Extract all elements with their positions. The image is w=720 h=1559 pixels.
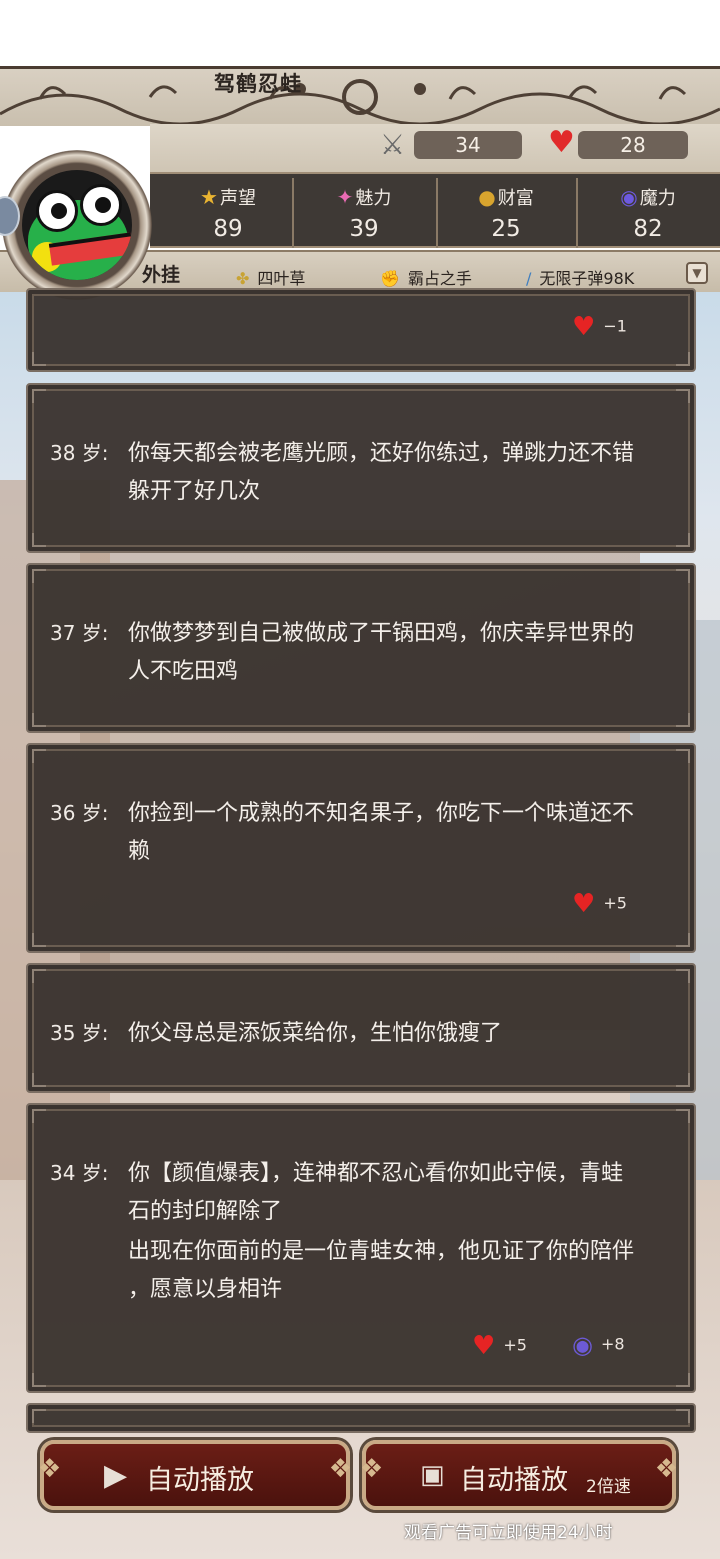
ornament-icon: ❖ [38,1454,62,1484]
stat-reputation: ★ 声望 89 [200,185,256,242]
autoplay-2x-button[interactable]: ❖ ▣ 自动播放 2倍速 ❖ [360,1440,678,1510]
external-label: 外挂 [142,264,181,286]
attack-value: 34 [414,131,522,159]
ad-note: 观看广告可立即使用24小时 [404,1523,613,1543]
log-text: ，愿意以身相许 [128,1277,283,1302]
ornament-icon: ❖ [654,1454,678,1484]
external-item-hand[interactable]: ✊ 霸占之手 [380,265,472,289]
vine-ornament [0,79,720,126]
log-entry: 38 岁: 你每天都会被老鹰光顾，还好你练过，弹跳力还不错 躲开了好几次 [26,383,696,553]
health-value: 28 [578,131,688,159]
log-text: 你父母总是添饭菜给你，生怕你饿瘦了 [128,1021,503,1046]
log-text: 你捡到一个成熟的不知名果子，你吃下一个味道还不 [128,801,635,826]
log-text: 你【颜值爆表】，连神都不忍心看你如此守候，青蛙 [128,1161,624,1186]
ornament-icon: ❖ [360,1454,384,1484]
stat-charm: ✦ 魅力 39 [336,185,392,242]
external-item-clover[interactable]: ✤ 四叶草 [236,265,305,289]
effect-magic: ◉ +8 [572,1331,625,1359]
log-text: 赖 [128,839,151,864]
sword-icon: ⚔ [380,128,406,161]
stat-wealth: ● 财富 25 [478,185,534,242]
log-age: 36 岁: [50,801,109,825]
log-entry: 37 岁: 你做梦梦到自己被做成了干锅田鸡，你庆幸异世界的 人不吃田鸡 [26,563,696,733]
log-text: 你做梦梦到自己被做成了干锅田鸡，你庆幸异世界的 [128,621,635,646]
log-age: 34 岁: [50,1161,109,1185]
autoplay-button[interactable]: ❖ ▶ 自动播放 ❖ [38,1440,352,1510]
log-entry: 35 岁: 你父母总是添饭菜给你，生怕你饿瘦了 [26,963,696,1093]
hand-icon: ✊ [380,269,400,288]
log-age: 38 岁: [50,441,109,465]
log-age: 37 岁: [50,621,109,645]
log-text: 躲开了好几次 [128,479,261,504]
crystal-ball-icon: ◉ [620,185,638,209]
play-icon: ▶ [104,1458,128,1493]
heart-icon: ♥ [472,1331,496,1361]
effect-heart: ♥ +5 [472,1331,527,1361]
effect-heart: ♥ −1 [572,312,627,342]
log-age: 35 岁: [50,1021,109,1045]
log-entry: 34 岁: 你【颜值爆表】，连神都不忍心看你如此守候，青蛙 石的封印解除了 出现… [26,1103,696,1393]
stat-magic: ◉ 魔力 82 [620,185,676,242]
heart-icon: ♥ [572,312,596,342]
gun-icon: / [526,269,532,288]
heart-icon: ♥ [572,889,596,919]
ornament-icon: ❖ [328,1454,352,1484]
heart-icon: ♥ [548,125,575,160]
effect-heart: ♥ +5 [572,889,627,919]
sparkle-icon: ✦ [336,185,354,209]
log-text: 人不吃田鸡 [128,659,239,684]
player-name: 驾鹤忍蛙 [214,72,302,96]
log-text: 石的封印解除了 [128,1199,283,1224]
log-entry [26,1403,696,1433]
log-text: 你每天都会被老鹰光顾，还好你练过，弹跳力还不错 [128,441,635,466]
log-entry: 36 岁: 你捡到一个成熟的不知名果子，你吃下一个味道还不 赖 ♥ +5 [26,743,696,953]
clover-icon: ✤ [236,269,250,288]
log-text: 出现在你面前的是一位青蛙女神，他见证了你的陪伴 [128,1239,635,1264]
avatar[interactable] [22,170,132,280]
log-entry: ♥ −1 [26,288,696,372]
medal-icon: ★ [200,185,218,209]
chevron-down-icon[interactable]: ▼ [686,262,708,284]
external-item-gun[interactable]: / 无限子弹98K [526,265,634,289]
crystal-ball-icon: ◉ [572,1331,593,1359]
video-icon: ▣ [420,1460,445,1490]
coins-icon: ● [478,185,496,209]
